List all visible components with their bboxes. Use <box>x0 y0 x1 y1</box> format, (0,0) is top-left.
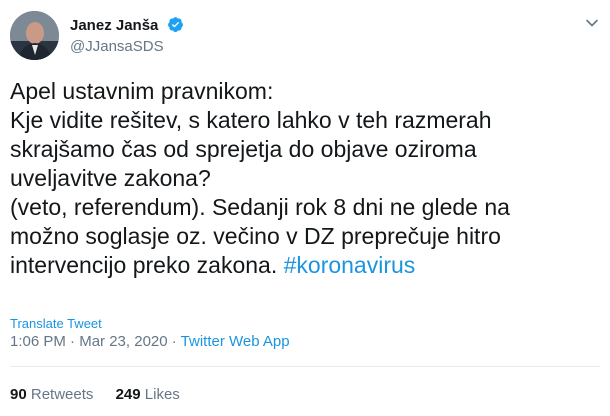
engagement-stats: 90 Retweets 249 Likes <box>10 386 198 403</box>
tweet-line: skrajšamo čas od sprejetja do objave ozi… <box>10 136 477 162</box>
author-display-name[interactable]: Janez Janša <box>70 17 158 34</box>
hashtag-link[interactable]: #koronavirus <box>284 252 416 278</box>
tweet-line-text: intervencijo preko zakona. <box>10 252 284 278</box>
tweet-line: (veto, referendum). Sedanji rok 8 dni ne… <box>10 194 510 220</box>
tweet-line: Apel ustavnim pravnikom: <box>10 78 274 104</box>
tweet-line: uveljavitve zakona? <box>10 165 211 191</box>
likes-stat[interactable]: 249 Likes <box>116 386 180 403</box>
verified-badge-icon <box>168 17 183 33</box>
avatar-photo <box>10 11 59 60</box>
tweet-time[interactable]: 1:06 PM <box>10 333 66 350</box>
tweet-text: Apel ustavnim pravnikom: Kje vidite reši… <box>10 77 600 280</box>
meta-separator: · <box>65 333 80 350</box>
retweets-count: 90 <box>10 386 27 403</box>
likes-count: 249 <box>115 386 141 403</box>
likes-label: Likes <box>144 386 180 403</box>
tweet-line-last: intervencijo preko zakona. #koronavirus <box>10 251 600 280</box>
source-app-link[interactable]: Twitter Web App <box>181 333 290 350</box>
avatar[interactable] <box>10 11 59 60</box>
tweet-line: Kje vidite rešitev, s katero lahko v teh… <box>10 107 492 133</box>
tweet-date[interactable]: Mar 23, 2020 <box>79 333 167 350</box>
author-handle[interactable]: @JJansaSDS <box>70 38 164 55</box>
retweets-label: Retweets <box>30 386 94 403</box>
retweets-stat[interactable]: 90 Retweets <box>10 386 93 403</box>
tweet-metadata: 1:06 PM · Mar 23, 2020 · Twitter Web App <box>10 333 290 350</box>
tweet-line: možno soglasje oz. večino v DZ preprečuj… <box>10 223 501 249</box>
meta-separator: · <box>167 333 181 350</box>
translate-tweet-link[interactable]: Translate Tweet <box>10 316 102 331</box>
divider <box>10 366 600 367</box>
chevron-down-icon[interactable] <box>584 15 600 31</box>
